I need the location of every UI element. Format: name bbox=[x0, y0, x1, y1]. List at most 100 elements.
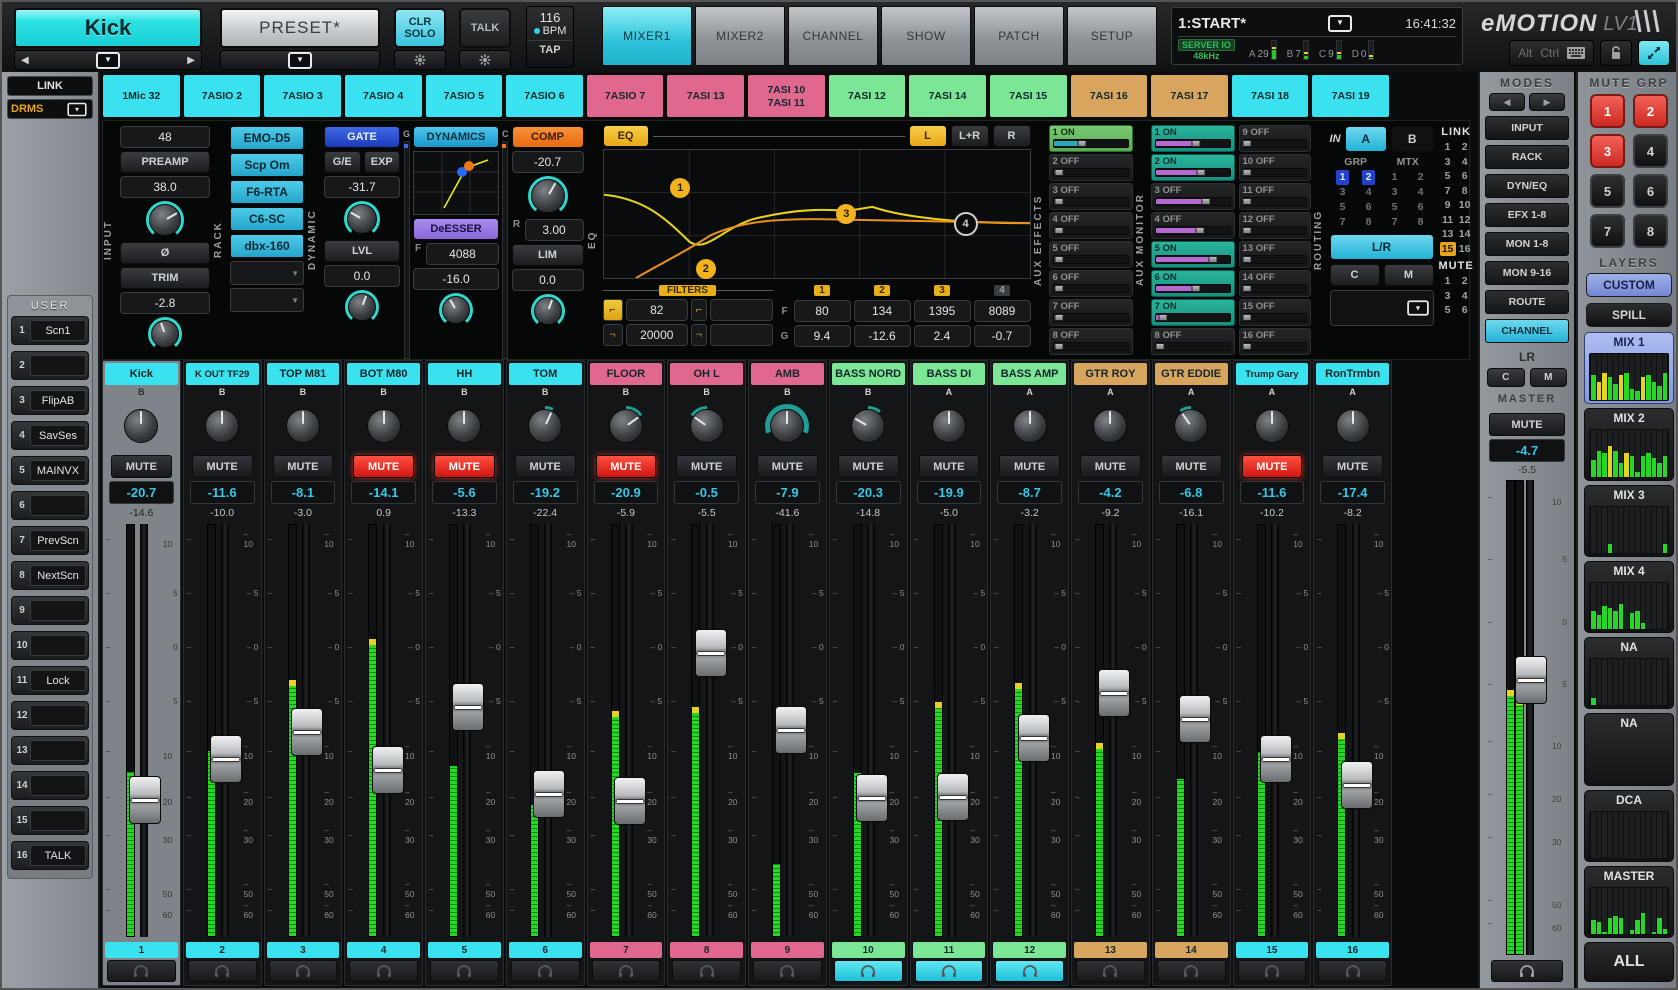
mute-button[interactable]: MUTE bbox=[192, 455, 253, 478]
mute-button[interactable]: MUTE bbox=[999, 455, 1060, 478]
aux-send-handle[interactable] bbox=[1243, 227, 1252, 234]
fader-value[interactable]: -19.2 bbox=[513, 481, 578, 504]
aux-send-handle[interactable] bbox=[1054, 169, 1063, 176]
filter4-button[interactable]: ¬ bbox=[691, 324, 707, 346]
link-mute-num-5[interactable]: 5 bbox=[1440, 303, 1456, 318]
input-tile[interactable]: 7ASI 17 bbox=[1150, 74, 1229, 118]
mute-button[interactable]: MUTE bbox=[1322, 455, 1383, 478]
fader-track[interactable] bbox=[1502, 478, 1552, 957]
mtx-7[interactable]: 7 bbox=[1388, 215, 1401, 230]
aux-send-slider[interactable] bbox=[1053, 197, 1129, 206]
eq-band-header-3[interactable]: 3 bbox=[934, 285, 950, 296]
input-tile[interactable]: 7ASIO 3 bbox=[263, 74, 342, 118]
pan-knob[interactable] bbox=[1171, 406, 1211, 446]
input-tile[interactable]: 7ASIO 4 bbox=[344, 74, 423, 118]
link-num-9[interactable]: 9 bbox=[1440, 198, 1456, 213]
aux-send-slider[interactable] bbox=[1155, 197, 1231, 206]
channel-name[interactable]: Kick bbox=[105, 363, 178, 385]
channel-dropdown-icon[interactable]: ▼ bbox=[96, 52, 120, 69]
link-num-16[interactable]: 16 bbox=[1457, 242, 1473, 257]
aux-send-mon2-12[interactable]: 12 OFF bbox=[1239, 212, 1311, 239]
channel-name[interactable]: Trump Gary bbox=[1236, 363, 1309, 385]
lpf-button[interactable]: ¬ bbox=[603, 324, 623, 346]
link-num-2[interactable]: 2 bbox=[1457, 140, 1473, 155]
aux-send-handle[interactable] bbox=[1209, 256, 1218, 263]
fader-cap[interactable] bbox=[1098, 669, 1130, 717]
aux-send-slider[interactable] bbox=[1053, 226, 1129, 235]
aux-send-slider[interactable] bbox=[1155, 139, 1231, 148]
fader-track[interactable] bbox=[605, 522, 648, 939]
aux-send-slider[interactable] bbox=[1053, 168, 1129, 177]
fader-value[interactable]: -8.1 bbox=[271, 481, 336, 504]
user-slot-12[interactable]: 12 bbox=[11, 701, 89, 730]
channel-name[interactable]: AMB bbox=[751, 363, 824, 385]
link-num-7[interactable]: 7 bbox=[1440, 184, 1456, 199]
mode-mon-1-8[interactable]: MON 1-8 bbox=[1485, 232, 1569, 256]
mute-grp-2[interactable]: 2 bbox=[1633, 94, 1668, 128]
link-num-10[interactable]: 10 bbox=[1457, 198, 1473, 213]
pan-knob[interactable] bbox=[1010, 406, 1050, 446]
pan-knob[interactable] bbox=[439, 293, 473, 327]
fader-cap[interactable] bbox=[129, 776, 161, 824]
preset-display[interactable]: PRESET* bbox=[220, 8, 380, 48]
user-slot-14[interactable]: 14 bbox=[11, 771, 89, 800]
gate-button[interactable]: GATE bbox=[324, 126, 400, 148]
pan-knob[interactable] bbox=[528, 176, 568, 216]
talk-button[interactable]: TALK bbox=[459, 8, 511, 48]
rack-slot-7[interactable]: ▼ bbox=[230, 288, 304, 312]
grp-4[interactable]: 4 bbox=[1362, 185, 1375, 200]
aux-send-slider[interactable] bbox=[1053, 342, 1129, 351]
aux-send-fx-1[interactable]: 1 ON bbox=[1049, 125, 1133, 152]
aux-send-mon2-16[interactable]: 16 OFF bbox=[1239, 328, 1311, 355]
comp-ratio-value[interactable]: 3.00 bbox=[525, 219, 584, 241]
aux-send-slider[interactable] bbox=[1155, 284, 1231, 293]
fader-value[interactable]: -19.9 bbox=[917, 481, 982, 504]
input-tile[interactable]: 7ASI 14 bbox=[908, 74, 987, 118]
channel-name[interactable]: TOM bbox=[509, 363, 582, 385]
link-num-6[interactable]: 6 bbox=[1457, 169, 1473, 184]
comp-output-value[interactable]: 0.0 bbox=[512, 269, 584, 291]
grp-1[interactable]: 1 bbox=[1336, 170, 1349, 185]
tap-button[interactable]: TAP bbox=[527, 40, 573, 56]
aux-send-mon-7[interactable]: 7 ON bbox=[1151, 299, 1235, 326]
pan-knob[interactable] bbox=[1090, 406, 1130, 446]
aux-send-handle[interactable] bbox=[1192, 285, 1201, 292]
grp-2[interactable]: 2 bbox=[1362, 170, 1375, 185]
routing-lr-button[interactable]: L/R bbox=[1330, 234, 1434, 260]
aux-send-slider[interactable] bbox=[1155, 226, 1231, 235]
talk-settings-button[interactable] bbox=[459, 50, 511, 70]
pan-knob[interactable] bbox=[929, 406, 969, 446]
channel-cue-button[interactable] bbox=[592, 960, 661, 982]
fader-track[interactable] bbox=[1089, 522, 1132, 939]
link-mute-num-3[interactable]: 3 bbox=[1440, 289, 1456, 304]
aux-send-mon2-15[interactable]: 15 OFF bbox=[1239, 299, 1311, 326]
rack-slot-6[interactable]: ▼ bbox=[230, 261, 304, 285]
mute-button[interactable]: MUTE bbox=[353, 455, 414, 478]
layer-tile-na[interactable]: NA bbox=[1584, 637, 1674, 709]
grp-6[interactable]: 6 bbox=[1362, 200, 1375, 215]
aux-send-handle[interactable] bbox=[1243, 140, 1252, 147]
aux-send-handle[interactable] bbox=[1054, 343, 1063, 350]
eq-routing-l[interactable]: L bbox=[909, 125, 947, 147]
channel-name[interactable]: TOP M81 bbox=[267, 363, 340, 385]
aux-send-slider[interactable] bbox=[1243, 284, 1307, 293]
pan-knob[interactable] bbox=[848, 406, 888, 446]
channel-name[interactable]: BASS DI bbox=[913, 363, 986, 385]
aux-send-handle[interactable] bbox=[1243, 169, 1252, 176]
input-tile[interactable]: 7ASIO 5 bbox=[425, 74, 504, 118]
mute-button[interactable]: MUTE bbox=[757, 455, 818, 478]
channel-cue-button[interactable] bbox=[107, 960, 176, 982]
channel-cue-button[interactable] bbox=[834, 960, 903, 982]
fader-value[interactable]: -11.6 bbox=[1240, 481, 1305, 504]
limiter-button[interactable]: LIM bbox=[512, 244, 584, 266]
fader-value[interactable]: -8.7 bbox=[997, 481, 1062, 504]
aux-send-mon-8[interactable]: 8 OFF bbox=[1151, 328, 1235, 355]
pan-knob[interactable] bbox=[767, 406, 807, 446]
mtx-8[interactable]: 8 bbox=[1414, 215, 1427, 230]
input-tile[interactable]: 7ASI 16 bbox=[1070, 74, 1149, 118]
eq-routing-lplusr[interactable]: L+R bbox=[951, 125, 989, 147]
deesser-button[interactable]: DeESSER bbox=[413, 218, 499, 240]
pan-knob[interactable] bbox=[283, 406, 323, 446]
window-resize-button[interactable] bbox=[1638, 40, 1670, 66]
mute-button[interactable]: MUTE bbox=[838, 455, 899, 478]
